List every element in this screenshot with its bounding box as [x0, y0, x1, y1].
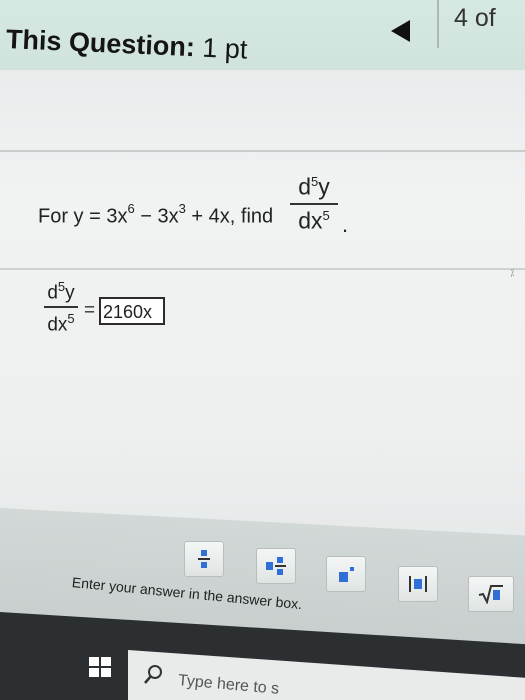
problem-term-2: − 3x: [134, 205, 179, 228]
question-panel: [0, 70, 525, 580]
panel-divider-mid: [0, 268, 525, 270]
exponent-button[interactable]: [326, 556, 366, 592]
mixed-number-icon: [266, 557, 286, 575]
exponent-icon: [339, 567, 354, 582]
problem-derivative-fraction: d5y dx5: [290, 175, 338, 232]
previous-question-icon[interactable]: [388, 18, 414, 44]
square-root-button[interactable]: [468, 576, 514, 612]
problem-term-3: + 4x, find: [185, 205, 274, 228]
search-icon: [144, 665, 162, 684]
problem-exp-1: 6: [127, 201, 135, 216]
problem-term-1: For y = 3x: [38, 205, 128, 228]
fraction-icon: [198, 550, 210, 568]
absolute-value-button[interactable]: [398, 566, 438, 602]
header-divider: [437, 0, 439, 48]
problem-statement: For y = 3x6 − 3x3 + 4x, find: [38, 201, 274, 229]
answer-equals: =: [84, 300, 96, 321]
mixed-number-button[interactable]: [256, 548, 296, 584]
answer-fraction-numerator: d5y: [47, 279, 75, 304]
edge-mark: ⁒: [510, 268, 515, 279]
windows-start-icon[interactable]: [88, 656, 112, 678]
answer-fraction-bar: [44, 306, 78, 309]
problem-fraction-numerator: d5y: [298, 173, 330, 200]
problem-fraction-bar: [290, 202, 338, 205]
answer-lhs-fraction: d5y dx5: [44, 280, 78, 335]
square-root-icon: [478, 585, 503, 604]
page-indicator: 4 of: [454, 4, 496, 32]
problem-fraction-denominator: dx5: [298, 207, 330, 234]
absolute-value-icon: [409, 576, 427, 592]
answer-input[interactable]: 2160x: [99, 297, 165, 325]
fraction-button[interactable]: [184, 541, 224, 577]
answer-fraction-denominator: dx5: [47, 311, 75, 336]
problem-period: .: [342, 212, 349, 237]
panel-divider-top: [0, 150, 525, 152]
question-points: 1 pt: [201, 32, 249, 65]
problem-exp-2: 3: [178, 201, 186, 216]
